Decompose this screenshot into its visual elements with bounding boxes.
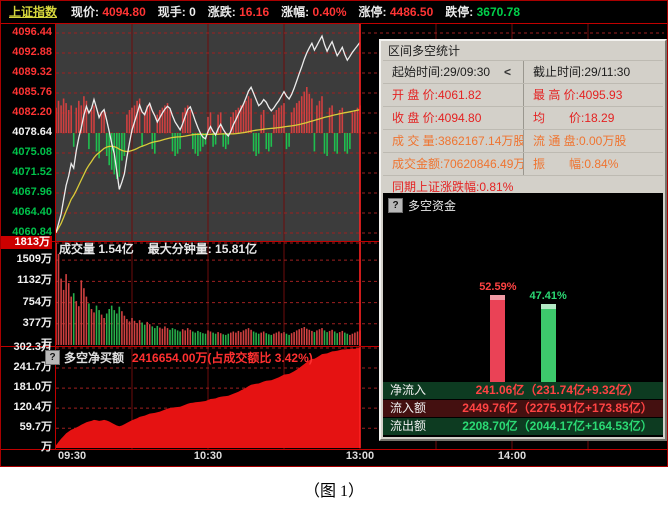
figure-caption: （图 1） [303,483,364,500]
fund-flow-row: 净流入 241.06亿（231.74亿+9.32亿） [383,382,663,399]
flow-bar-percent: 47.41% [529,290,567,302]
funds-section: ? 多空资金 52.59%47.41% 流入流出 净流入241.06亿（231.… [383,193,663,437]
x-axis-label: 09:30 [58,450,87,462]
funds-title: 多空资金 [408,199,457,213]
range-statistics-panel: 区间多空统计 起始时间:29/09:30< >截止时间:29/11:30开 盘 … [379,39,667,441]
stats-cell: 收 盘 价:4094.80 [392,111,482,125]
stats-cell: 成交金额:70620846.49万元 [392,157,523,171]
y-axis-label: 1132万 [17,274,52,287]
y-axis-label: 4064.40 [12,206,52,218]
flow-bar [490,295,506,383]
flow-bar-red: 52.59% [479,281,517,383]
stats-cell: 流 通 盘:0.00万股 [523,130,663,152]
stats-row: 开 盘 价:4061.82 最 高 价:4095.93 [383,83,663,106]
y-axis-label: 4078.64 [12,126,52,138]
fund-flow-rows: 净流入 241.06亿（231.74亿+9.32亿） 流入额 2449.76亿（227… [383,382,663,436]
fund-flow-value: 241.06亿（231.74亿+9.32亿） [475,383,640,397]
y-axis-label: 377万 [22,316,52,329]
y-axis-label: 59.7万 [19,421,52,434]
y-axis-label: 4092.88 [12,46,52,58]
y-axis-label: 4082.20 [12,106,52,118]
x-axis-label: 13:00 [345,450,375,462]
stats-row: 成交金额:70620846.49万元振 幅:0.84% [383,152,663,175]
y-axis-label: 181.0万 [13,381,52,394]
panel-title[interactable]: 区间多空统计 [381,41,665,60]
y-axis-label: 4067.96 [12,186,52,198]
x-axis-label: 10:30 [193,450,223,462]
stats-cell: 开 盘 价:4061.82 [392,88,482,102]
fund-flow-label: 净流入 [390,383,427,397]
fund-flow-label: 流入额 [390,401,427,415]
y-axis-label: 4071.52 [12,166,52,178]
flow-bar-percent: 52.59% [479,281,517,293]
stats-row: 收 盘 价:4094.80 均 价:18.29 [383,106,663,129]
fund-flow-value: 2208.70亿（2044.17亿+164.53亿） [462,419,653,433]
x-axis-label: 14:00 [497,450,527,462]
range-prev-next-buttons[interactable]: < > [504,65,523,79]
help-icon[interactable]: ? [388,198,403,213]
inflow-outflow-bar-chart: 52.59% 47.41% [383,251,663,383]
net-buy-value: 2416654.00万(占成交额比 3.42%) [132,351,313,365]
fund-flow-row: 流出额 2208.70亿（2044.17亿+164.53亿） [383,418,663,435]
y-axis-label: 120.4万 [13,401,52,414]
trading-app-window: 上证指数 现价: 4094.80 现手: 0 涨跌: 16.16 涨幅: 0.40% 涨… [0,0,668,467]
y-axis-label: 754万 [22,295,52,308]
net-buy-label: 多空净买额 [64,351,125,365]
stats-cell: 振 幅:0.84% [523,153,663,175]
funds-section-header: ? 多空资金 [383,193,663,214]
net-buy-panel-title: ? 多空净买额 2416654.00万(占成交额比 3.42%) [45,349,313,366]
y-axis-label: 1813万 [1,236,52,249]
fund-flow-value: 2449.76亿（2275.91亿+173.85亿） [462,401,653,415]
volume-panel-title: 成交量 1.54亿 最大分钟量: 15.81亿 [59,240,271,257]
y-axis-label: 1509万 [16,253,52,266]
y-axis-label: 4089.32 [12,66,52,78]
stats-cell: 截止时间:29/11:30 [523,61,663,83]
stats-row: 成 交 量:3862167.14万股流 通 盘:0.00万股 [383,129,663,152]
volume-label: 成交量 1.54亿 [59,242,134,256]
flow-bar-green: 47.41% [530,290,567,383]
x-axis: 09:30 10:30 13:00 14:00 [1,450,667,466]
stats-row: 起始时间:29/09:30< >截止时间:29/11:30 [383,60,663,83]
y-axis-label: 4085.76 [12,86,52,98]
page: 上证指数 现价: 4094.80 现手: 0 涨跌: 16.16 涨幅: 0.40% 涨… [0,0,668,509]
stats-cell: 成 交 量:3862167.14万股 [392,134,523,148]
y-axis-label: 4096.44 [12,26,52,38]
fund-flow-row: 流入额 2449.76亿（2275.91亿+173.85亿） [383,400,663,417]
stats-cell: 均 价:18.29 [523,107,663,129]
stats-cell: 起始时间:29/09:30< > [383,61,523,83]
help-icon[interactable]: ? [45,350,60,365]
stats-cell: 最 高 价:4095.93 [523,84,663,106]
y-axis-label: 4075.08 [12,146,52,158]
max-minute-volume-label: 最大分钟量: 15.81亿 [147,242,258,256]
flow-bar [540,304,556,383]
statistics-grid: 起始时间:29/09:30< >截止时间:29/11:30开 盘 价:4061.… [383,60,663,198]
fund-flow-label: 流出额 [390,419,427,433]
